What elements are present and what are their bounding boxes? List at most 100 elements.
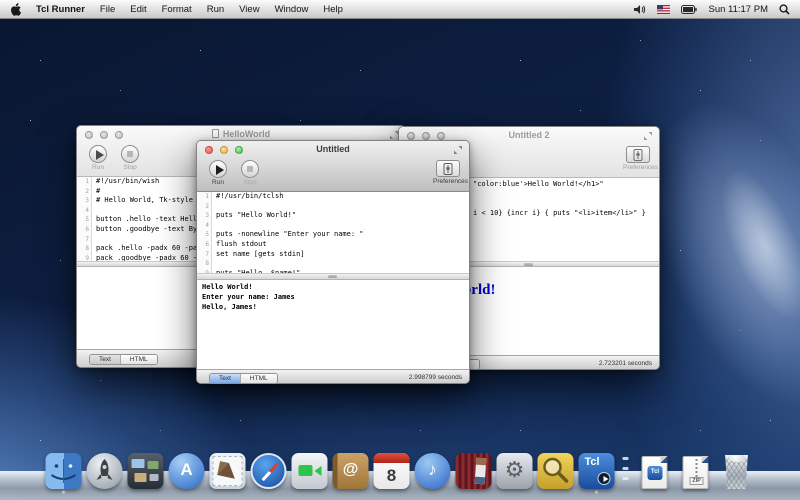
output-mode-switch: Text HTML: [209, 373, 278, 384]
trash-icon: [722, 455, 752, 489]
minimize-button[interactable]: [100, 131, 108, 139]
preferences-label: Preferences: [623, 164, 653, 171]
photo-booth-icon: [456, 453, 492, 489]
dock-item-app-store[interactable]: A: [168, 453, 206, 494]
titlebar[interactable]: Untitled: [197, 141, 469, 158]
run-label: Run: [203, 179, 233, 186]
us-flag-icon[interactable]: [657, 5, 670, 14]
desktop: Tcl Runner File Edit Format Run View Win…: [0, 0, 800, 500]
menu-run[interactable]: Run: [207, 4, 224, 15]
dock-item-system-preferences[interactable]: ⚙: [496, 453, 534, 494]
mission-control-icon: [128, 453, 164, 489]
dock-item-contacts[interactable]: @: [332, 453, 370, 494]
menu-clock[interactable]: Sun 11:17 PM: [708, 4, 768, 15]
run-button[interactable]: [89, 145, 107, 163]
dock-item-search-utility[interactable]: [537, 453, 575, 494]
menu-app-name[interactable]: Tcl Runner: [36, 4, 85, 15]
dock-item-safari[interactable]: [250, 453, 288, 494]
splitter[interactable]: [197, 273, 469, 280]
zoom-button[interactable]: [235, 146, 243, 154]
dock-item-mail[interactable]: [209, 453, 247, 494]
tab-text[interactable]: Text: [210, 374, 241, 383]
finder-icon: [46, 453, 82, 489]
preferences-icon: [443, 163, 453, 175]
fullscreen-icon[interactable]: [643, 131, 653, 141]
battery-icon[interactable]: [681, 5, 697, 14]
running-indicator: [595, 490, 599, 494]
elapsed-time: 2.723201 seconds: [599, 360, 652, 367]
menu-edit[interactable]: Edit: [130, 4, 146, 15]
document-proxy-icon[interactable]: [212, 129, 219, 138]
launchpad-icon: [87, 453, 123, 489]
dock-item-itunes[interactable]: ♪: [414, 453, 452, 494]
magnifier-icon: [538, 453, 574, 489]
zoom-button[interactable]: [115, 131, 123, 139]
preferences-label: Preferences: [433, 178, 463, 185]
tab-html[interactable]: HTML: [121, 355, 157, 364]
dock-item-facetime[interactable]: [291, 453, 329, 494]
dock-item-mission-control[interactable]: [127, 453, 165, 494]
preferences-icon: [633, 149, 643, 161]
menu-help[interactable]: Help: [323, 4, 343, 15]
dock-item-launchpad[interactable]: [86, 453, 124, 494]
spotlight-icon[interactable]: [779, 4, 790, 15]
preferences-button[interactable]: [626, 146, 650, 163]
run-label: Run: [83, 164, 113, 171]
run-button[interactable]: [209, 160, 227, 178]
tcl-document-icon: Tcl: [642, 456, 668, 489]
dock-separator: [619, 451, 633, 494]
play-badge-icon: [598, 472, 611, 485]
menu-file[interactable]: File: [100, 4, 115, 15]
output-area[interactable]: Hello World! Enter your name: James Hell…: [197, 280, 469, 371]
tcl-runner-icon: Tcl: [579, 453, 615, 489]
stop-label: Stop: [115, 164, 145, 171]
stop-icon: [247, 166, 253, 172]
facetime-icon: [292, 453, 328, 489]
play-icon: [216, 165, 224, 175]
dock-item-photo-booth[interactable]: [455, 453, 493, 494]
close-button[interactable]: [407, 132, 415, 140]
dock: A @ 8 ♪ ⚙: [0, 452, 800, 500]
window-untitled: Untitled Run Stop Preferences 1: [196, 140, 470, 384]
preferences-button[interactable]: [436, 160, 460, 177]
program-output: Hello World! Enter your name: James Hell…: [197, 280, 469, 312]
stop-label: Stop: [235, 179, 265, 186]
play-icon: [96, 150, 104, 160]
tab-text[interactable]: Text: [90, 355, 121, 364]
close-button[interactable]: [85, 131, 93, 139]
mail-icon: [210, 453, 246, 489]
menu-format[interactable]: Format: [162, 4, 192, 15]
itunes-icon: ♪: [415, 453, 451, 489]
bottom-bar: Text HTML 2.998799 seconds: [197, 369, 469, 383]
elapsed-time: 2.998799 seconds: [409, 374, 462, 381]
dock-item-tcl-runner[interactable]: Tcl: [578, 453, 616, 494]
output-mode-switch: Text HTML: [89, 354, 158, 365]
dock-item-trash[interactable]: [718, 453, 756, 494]
code-editor[interactable]: 1#!/usr/bin/tclsh 2 3puts "Hello World!"…: [197, 192, 469, 273]
close-button[interactable]: [205, 146, 213, 154]
splitter-handle-icon: [524, 263, 533, 266]
splitter-handle-icon: [328, 275, 337, 278]
zoom-button[interactable]: [437, 132, 445, 140]
safari-icon: [251, 453, 287, 489]
dock-item-finder[interactable]: [45, 453, 83, 494]
stop-icon: [127, 151, 133, 157]
menu-bar: Tcl Runner File Edit Format Run View Win…: [0, 0, 800, 19]
menu-window[interactable]: Window: [275, 4, 309, 15]
volume-icon[interactable]: [634, 4, 646, 15]
dock-item-tcl-document[interactable]: Tcl: [636, 454, 674, 494]
apple-menu-icon[interactable]: [10, 3, 21, 16]
stop-button[interactable]: [241, 160, 259, 178]
tab-html[interactable]: HTML: [241, 374, 277, 383]
address-book-icon: @: [333, 453, 369, 489]
minimize-button[interactable]: [220, 146, 228, 154]
dock-item-calendar[interactable]: 8: [373, 453, 411, 494]
minimize-button[interactable]: [422, 132, 430, 140]
dock-item-zip-archive[interactable]: ZIP: [677, 454, 715, 494]
menu-view[interactable]: View: [239, 4, 259, 15]
fullscreen-icon[interactable]: [453, 145, 463, 155]
code-fragment: "color:blue'>Hello World!</h1>": [473, 180, 604, 188]
crumpled-paper-icon: [729, 454, 746, 462]
zip-archive-icon: ZIP: [683, 456, 709, 489]
stop-button[interactable]: [121, 145, 139, 163]
